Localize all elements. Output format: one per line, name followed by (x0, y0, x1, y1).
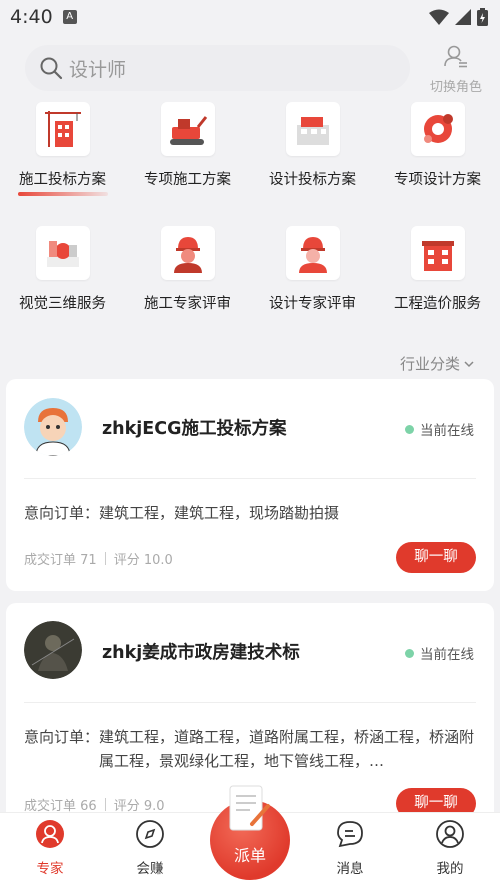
category-special-design[interactable]: 专项设计方案 (375, 102, 500, 189)
status-label: 当前在线 (420, 647, 474, 663)
tab-messages[interactable]: 消息 (310, 819, 390, 877)
dispatch-button[interactable]: 派单 (210, 780, 290, 888)
category-label: 施工专家评审 (144, 296, 231, 312)
intent-label: 意向订单： (24, 728, 100, 746)
divider (24, 702, 476, 703)
tab-label: 消息 (336, 861, 364, 877)
industry-filter-label: 行业分类 (399, 355, 460, 373)
crane-icon (35, 102, 90, 156)
signal-icon (455, 9, 471, 25)
category-cost-service[interactable]: 工程造价服务 (375, 226, 500, 313)
divider (24, 478, 476, 479)
notification-a-icon: A (62, 10, 77, 24)
intent-text: 建筑工程，建筑工程，现场踏勘拍摄 (99, 504, 340, 522)
intent-orders: 意向订单： 建筑工程，建筑工程，现场踏勘拍摄 (24, 501, 476, 525)
category-label: 设计投标方案 (269, 172, 356, 188)
category-construction-bid[interactable]: 施工投标方案 (0, 102, 125, 196)
excavator-icon (160, 102, 215, 156)
tab-label: 专家 (36, 861, 64, 877)
category-special-construction[interactable]: 专项施工方案 (125, 102, 250, 189)
online-status: 当前在线 (405, 419, 474, 439)
document-pen-icon (229, 785, 270, 831)
gear-icon (410, 102, 465, 156)
wifi-icon (429, 9, 449, 25)
message-icon (337, 821, 363, 848)
search-bar[interactable]: 设计师 (25, 45, 410, 91)
switch-role-button[interactable]: 切换角色 (425, 44, 487, 95)
tab-label: 会赚 (136, 861, 164, 877)
search-placeholder: 设计师 (69, 58, 127, 81)
category-construction-review[interactable]: 施工专家评审 (125, 226, 250, 313)
stats-separator (104, 552, 106, 565)
category-label: 专项设计方案 (394, 172, 481, 188)
tab-expert[interactable]: 专家 (10, 819, 90, 877)
expert-stats: 成交订单 71 评分 10.0 (24, 549, 173, 568)
battery-icon (477, 8, 488, 26)
expert-name: zhkjECG施工投标方案 (102, 419, 287, 439)
switch-user-icon (444, 45, 467, 68)
expert-name: zhkj姜成市政房建技术标 (102, 643, 300, 663)
tab-earn[interactable]: 会赚 (110, 819, 190, 877)
online-dot-icon (405, 424, 414, 434)
avatar (24, 398, 82, 456)
intent-label: 意向订单： (24, 504, 100, 522)
compass-icon (136, 820, 164, 848)
3d-render-icon (35, 226, 90, 280)
status-time: 4:40 (10, 6, 53, 28)
category-label: 设计专家评审 (269, 296, 356, 312)
user-profile-icon (436, 820, 464, 848)
active-underline (17, 192, 108, 196)
intent-text: 建筑工程，道路工程，道路附属工程，桥涵工程，桥涵附属工程，景观绿化工程，地下管线… (99, 728, 475, 770)
expert-card[interactable]: zhkjECG施工投标方案 当前在线 意向订单： 建筑工程，建筑工程，现场踏勘拍… (6, 379, 494, 591)
category-label: 视觉三维服务 (19, 296, 106, 312)
category-label: 专项施工方案 (144, 172, 231, 188)
orders-count: 成交订单 71 (24, 553, 97, 568)
construction-worker-icon (160, 226, 215, 280)
category-visual-3d[interactable]: 视觉三维服务 (0, 226, 125, 313)
category-label: 施工投标方案 (19, 172, 106, 188)
status-bar: 4:40 A (0, 0, 500, 34)
house-cost-icon (410, 226, 465, 280)
building-model-icon (285, 102, 340, 156)
intent-orders: 意向订单： 建筑工程，道路工程，道路附属工程，桥涵工程，桥涵附属工程，景观绿化工… (24, 725, 476, 773)
category-design-review[interactable]: 设计专家评审 (250, 226, 375, 313)
category-design-bid[interactable]: 设计投标方案 (250, 102, 375, 189)
switch-role-label: 切换角色 (429, 80, 482, 95)
industry-filter[interactable]: 行业分类 (400, 353, 474, 374)
status-label: 当前在线 (420, 423, 474, 439)
tab-mine[interactable]: 我的 (410, 819, 490, 877)
stats-separator (104, 798, 106, 811)
expert-tab-icon (36, 820, 64, 848)
designer-icon (285, 226, 340, 280)
chat-button[interactable]: 聊一聊 (396, 542, 476, 573)
search-icon (40, 57, 63, 80)
online-dot-icon (405, 648, 414, 658)
online-status: 当前在线 (405, 643, 474, 663)
chevron-down-icon (464, 360, 474, 367)
avatar (24, 621, 82, 679)
tab-label: 我的 (436, 861, 464, 877)
category-label: 工程造价服务 (394, 296, 481, 312)
dispatch-label: 派单 (233, 846, 266, 865)
score: 评分 10.0 (113, 553, 173, 568)
